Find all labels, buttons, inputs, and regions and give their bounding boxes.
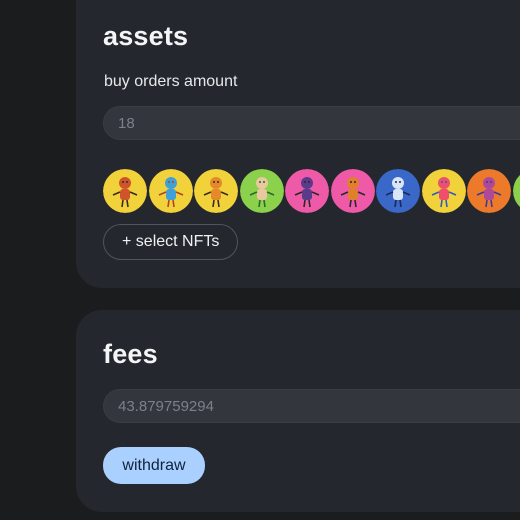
nft-avatar-8[interactable]	[421, 169, 466, 213]
assets-card: assets buy orders amount + select NFTs	[76, 0, 520, 288]
fees-amount-input[interactable]	[103, 389, 520, 423]
fees-card: fees withdraw	[76, 310, 520, 512]
buy-orders-amount-label: buy orders amount	[104, 73, 238, 90]
nft-avatar-1[interactable]	[103, 169, 147, 213]
fees-title: fees	[103, 339, 158, 369]
nft-avatar-4[interactable]	[239, 169, 284, 213]
nft-avatar-2[interactable]	[148, 169, 193, 213]
nft-avatar-7[interactable]	[376, 169, 420, 213]
nft-avatar-5[interactable]	[285, 169, 329, 213]
assets-title: assets	[103, 21, 189, 51]
select-nfts-button[interactable]: + select NFTs	[103, 224, 239, 260]
selected-nfts-list	[103, 169, 520, 215]
nft-avatar-9[interactable]	[467, 169, 511, 213]
withdraw-button[interactable]: withdraw	[103, 447, 205, 484]
nft-avatar-6[interactable]	[330, 169, 375, 213]
nft-avatar-10[interactable]	[512, 169, 520, 213]
nft-avatar-3[interactable]	[194, 169, 238, 213]
page: assets buy orders amount + select NFTs f…	[0, 0, 520, 520]
buy-orders-amount-input[interactable]	[103, 106, 520, 140]
